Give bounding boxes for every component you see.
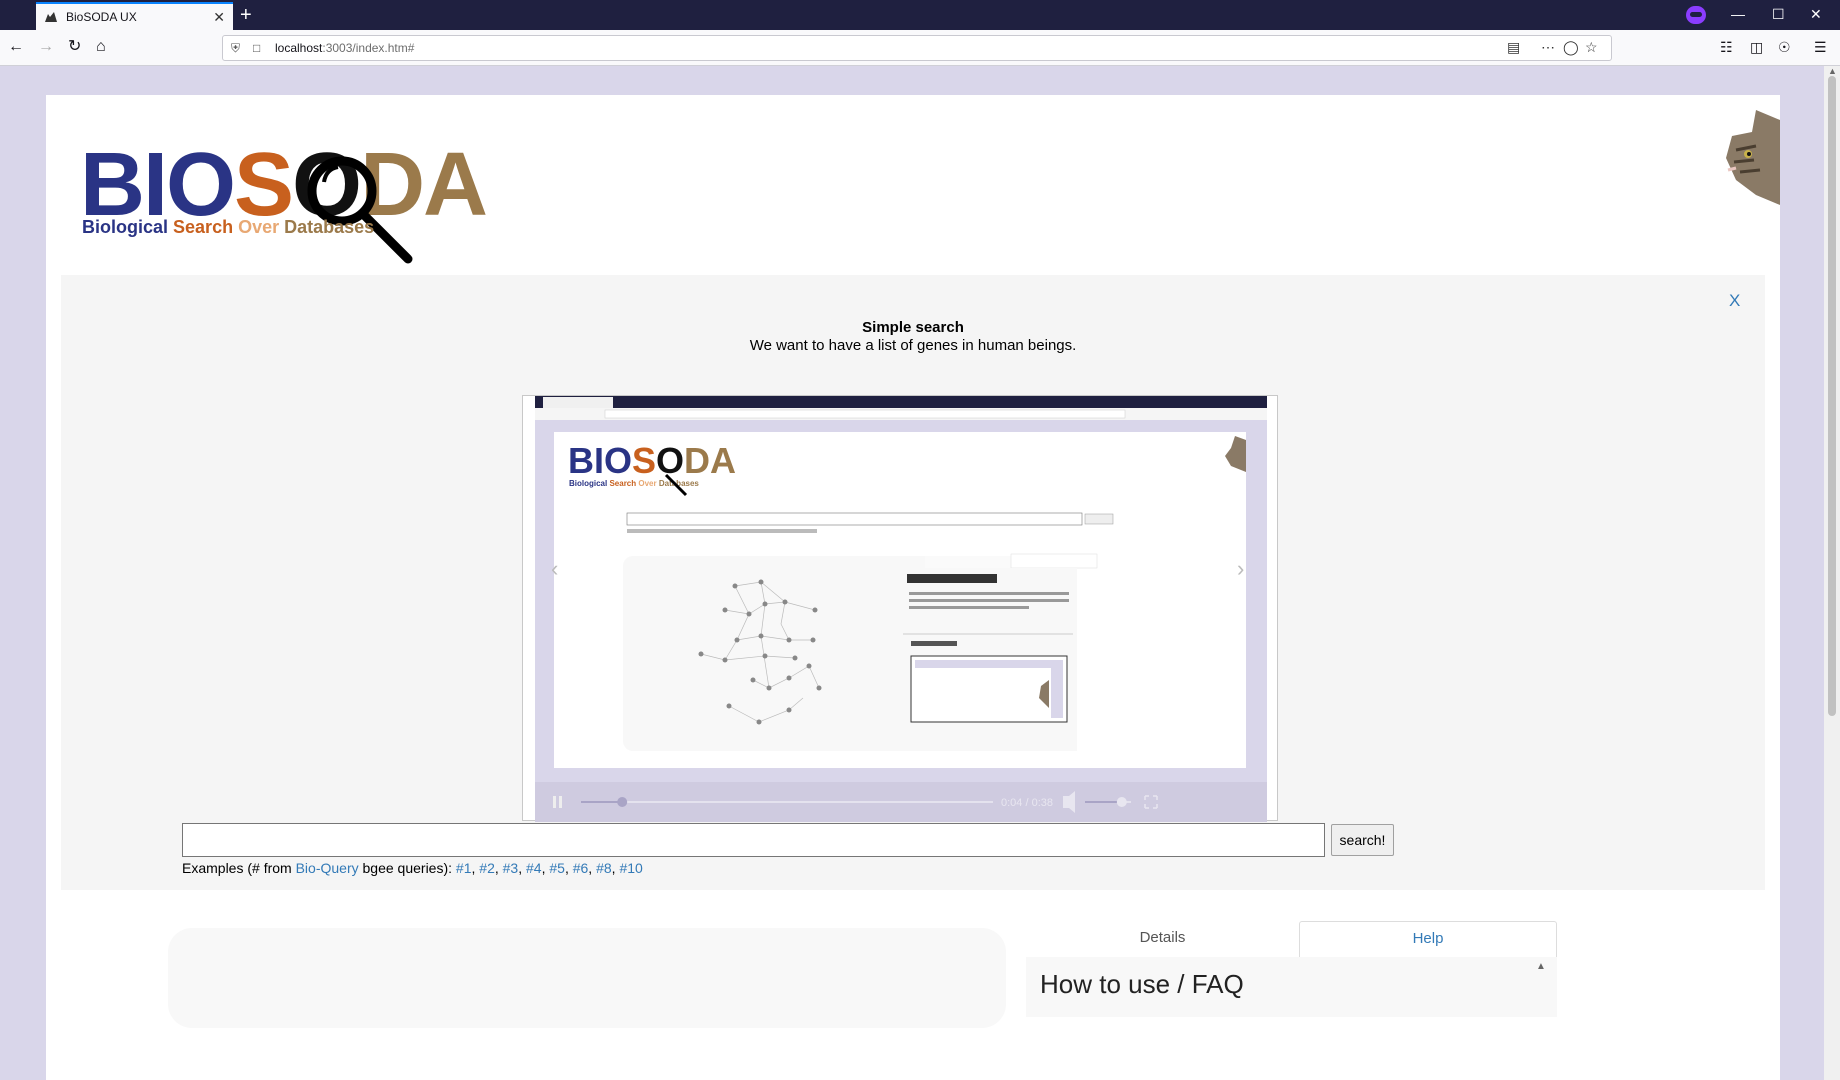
magnifier-icon	[307, 156, 413, 264]
shield-icon[interactable]: ⛨	[231, 41, 240, 56]
back-icon[interactable]: ←	[8, 38, 24, 56]
menu-icon[interactable]: ☰	[1814, 38, 1827, 56]
tutorial-heading: Simple search	[862, 319, 964, 336]
cat-peek-icon[interactable]	[1726, 110, 1780, 205]
home-icon[interactable]: ⌂	[96, 38, 106, 56]
browser-nav-bar: ← → ↻ ⌂ ⛨ □ localhost:3003/index.htm# ▤ …	[0, 30, 1840, 66]
tutorial-video[interactable]: BIOSODA Biological Search Over Databases	[523, 396, 1279, 822]
tab-details[interactable]: Details	[1026, 921, 1299, 957]
pocket-icon[interactable]: ◯	[1563, 39, 1579, 56]
close-tab-icon[interactable]: ✕	[213, 9, 225, 26]
biosoda-logo: BIOSODA Biological Search Over Databases	[80, 135, 540, 264]
new-tab-button[interactable]: +	[240, 4, 252, 26]
video-time: 0:04 / 0:38	[1001, 797, 1053, 809]
browser-tab[interactable]: BioSODA UX ✕	[36, 2, 233, 30]
close-window-icon[interactable]: ✕	[1810, 6, 1822, 23]
browser-tab-bar: BioSODA UX ✕ + — ☐ ✕	[0, 0, 1840, 30]
close-tutorial-button[interactable]: X	[1729, 291, 1740, 311]
reader-view-icon[interactable]: ▤	[1507, 39, 1520, 56]
tab-help[interactable]: Help	[1299, 921, 1557, 957]
example-link-5[interactable]: #5	[549, 860, 565, 876]
tutorial-video-carousel[interactable]: BIOSODA Biological Search Over Databases	[522, 395, 1279, 822]
help-title: How to use / FAQ	[1040, 969, 1244, 999]
tab-title: BioSODA UX	[66, 10, 137, 24]
private-browsing-icon	[1686, 6, 1706, 24]
scroll-up-icon[interactable]: ▲	[1536, 961, 1546, 972]
more-actions-icon[interactable]: ⋯	[1541, 39, 1555, 56]
example-link-6[interactable]: #6	[573, 860, 589, 876]
tutorial-description: We want to have a list of genes in human…	[749, 337, 1077, 354]
help-panel: How to use / FAQ ▲	[1026, 957, 1557, 1017]
example-link-8[interactable]: #8	[596, 860, 612, 876]
bookmark-star-icon[interactable]: ☆	[1585, 39, 1598, 56]
example-link-4[interactable]: #4	[526, 860, 542, 876]
tutorial-panel: X Simple search We want to have a list o…	[61, 275, 1765, 890]
page-scrollbar[interactable]: ▲	[1824, 66, 1840, 1080]
graph-panel[interactable]	[168, 928, 1006, 1028]
url-text[interactable]: localhost:3003/index.htm#	[275, 41, 414, 55]
svg-text:›: ›	[1237, 556, 1244, 581]
search-examples: Examples (# from Bio-Query bgee queries)…	[182, 860, 643, 876]
example-link-2[interactable]: #2	[479, 860, 495, 876]
example-link-10[interactable]: #10	[619, 860, 642, 876]
forward-icon[interactable]: →	[38, 38, 54, 56]
account-icon[interactable]: ☉	[1778, 38, 1791, 56]
reload-icon[interactable]: ↻	[68, 38, 81, 56]
maximize-icon[interactable]: ☐	[1772, 6, 1785, 23]
search-button[interactable]: search!	[1331, 824, 1394, 856]
library-icon[interactable]: ☷	[1720, 38, 1733, 56]
url-bar[interactable]: ⛨ □ localhost:3003/index.htm# ▤ ⋯ ◯ ☆	[222, 35, 1612, 61]
cat-favicon-icon	[45, 12, 57, 22]
bio-query-link[interactable]: Bio-Query	[296, 860, 359, 876]
sidebar-icon[interactable]: ◫	[1750, 38, 1763, 56]
svg-text:‹: ‹	[551, 556, 558, 581]
example-link-1[interactable]: #1	[456, 860, 472, 876]
scroll-up-icon[interactable]: ▲	[1828, 66, 1837, 76]
page-info-icon[interactable]: □	[253, 41, 260, 55]
svg-text:BIOSODA: BIOSODA	[568, 440, 736, 481]
minimize-icon[interactable]: —	[1731, 6, 1745, 22]
example-link-3[interactable]: #3	[503, 860, 519, 876]
svg-text:Biological Search Over Databas: Biological Search Over Databases	[569, 479, 699, 488]
search-input[interactable]	[182, 823, 1325, 857]
scrollbar-thumb[interactable]	[1828, 76, 1836, 716]
info-tabs: Details Help	[1026, 921, 1557, 957]
